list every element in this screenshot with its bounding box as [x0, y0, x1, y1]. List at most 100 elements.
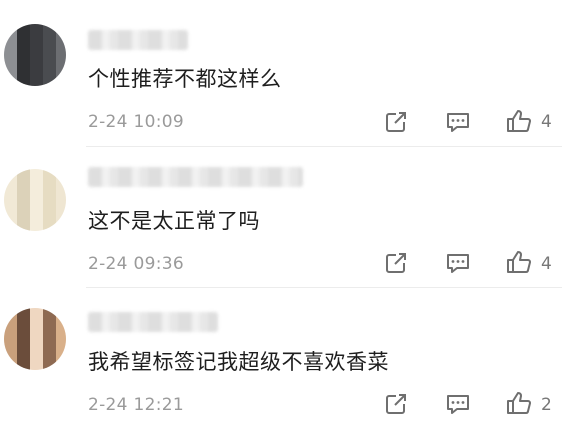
avatar-pixel [30, 37, 43, 50]
avatar-pixel [17, 334, 30, 347]
avatar-pixel [30, 63, 43, 76]
avatar-pixel [17, 182, 30, 195]
avatar-pixel [56, 221, 66, 231]
avatar-pixel [17, 195, 30, 208]
avatar-pixel [17, 24, 30, 37]
avatar[interactable] [4, 169, 66, 231]
reply-icon[interactable] [444, 108, 472, 136]
avatar-pixel [4, 182, 17, 195]
reply-icon[interactable] [444, 249, 472, 277]
avatar-pixel [17, 308, 30, 321]
avatar-pixel [56, 208, 66, 221]
avatar[interactable] [4, 308, 66, 370]
avatar-pixel [4, 50, 17, 63]
avatar-pixel [4, 360, 17, 370]
comment-item: 我希望标签记我超级不喜欢香菜 2-24 12:21 2 [0, 288, 562, 431]
avatar-pixel [4, 76, 17, 86]
avatar-pixel [43, 360, 56, 370]
comment-text: 这不是太正常了吗 [88, 209, 260, 233]
avatar-pixel [17, 63, 30, 76]
avatar-pixel [4, 347, 17, 360]
avatar-pixel [4, 169, 17, 182]
avatar-pixel [56, 50, 66, 63]
avatar-pixel [30, 50, 43, 63]
avatar-pixel [56, 334, 66, 347]
avatar-pixel [4, 334, 17, 347]
avatar-pixel [17, 50, 30, 63]
avatar-pixel [17, 208, 30, 221]
avatar-pixel [17, 360, 30, 370]
comment-time: 2-24 12:21 [88, 395, 184, 415]
avatar-pixel [43, 347, 56, 360]
avatar-pixel [43, 182, 56, 195]
comment-item: 这不是太正常了吗 2-24 09:36 4 [0, 147, 562, 288]
avatar-pixel [43, 195, 56, 208]
avatar-pixel [4, 37, 17, 50]
share-icon[interactable] [382, 249, 410, 277]
avatar-pixel [17, 321, 30, 334]
avatar-pixel [56, 37, 66, 50]
avatar-pixel [30, 182, 43, 195]
avatar-pixel [43, 308, 56, 321]
avatar-pixel [30, 334, 43, 347]
avatar-pixel [30, 321, 43, 334]
like-count: 4 [541, 112, 552, 132]
avatar-pixel [4, 221, 17, 231]
avatar-pixel [43, 50, 56, 63]
like-icon[interactable] [505, 107, 533, 135]
avatar-pixel [43, 169, 56, 182]
avatar-pixel [17, 76, 30, 86]
avatar-pixel [30, 169, 43, 182]
avatar-pixel [17, 221, 30, 231]
avatar-pixel [4, 63, 17, 76]
avatar-pixel [43, 321, 56, 334]
avatar-pixel [4, 321, 17, 334]
comment-time: 2-24 10:09 [88, 112, 184, 132]
avatar-pixel [30, 76, 43, 86]
avatar-pixel [56, 63, 66, 76]
avatar-pixel [43, 208, 56, 221]
avatar-pixel [56, 195, 66, 208]
avatar-pixel [56, 321, 66, 334]
avatar-pixel [56, 308, 66, 321]
username-blurred[interactable] [88, 30, 188, 50]
comment-item: 个性推荐不都这样么 2-24 10:09 4 [0, 0, 562, 147]
avatar-pixel [30, 195, 43, 208]
avatar-pixel [43, 334, 56, 347]
comment-text: 我希望标签记我超级不喜欢香菜 [88, 350, 389, 374]
avatar-pixel [17, 37, 30, 50]
avatar-pixel [4, 24, 17, 37]
like-count: 2 [541, 395, 552, 415]
like-count: 4 [541, 254, 552, 274]
avatar-pixel [56, 76, 66, 86]
avatar-pixel [30, 308, 43, 321]
avatar-pixel [4, 195, 17, 208]
reply-icon[interactable] [444, 390, 472, 418]
username-blurred[interactable] [88, 312, 218, 332]
avatar-pixel [43, 63, 56, 76]
avatar-pixel [43, 221, 56, 231]
avatar-pixel [43, 37, 56, 50]
avatar-pixel [4, 208, 17, 221]
avatar-pixel [56, 360, 66, 370]
share-icon[interactable] [382, 108, 410, 136]
avatar-pixel [30, 221, 43, 231]
avatar-pixel [17, 347, 30, 360]
avatar-pixel [43, 24, 56, 37]
avatar-pixel [30, 208, 43, 221]
avatar-pixel [56, 24, 66, 37]
avatar-pixel [56, 169, 66, 182]
avatar-pixel [43, 76, 56, 86]
avatar-pixel [30, 24, 43, 37]
avatar[interactable] [4, 24, 66, 86]
share-icon[interactable] [382, 390, 410, 418]
avatar-pixel [17, 169, 30, 182]
comment-text: 个性推荐不都这样么 [88, 67, 282, 91]
avatar-pixel [30, 360, 43, 370]
like-icon[interactable] [505, 389, 533, 417]
like-icon[interactable] [505, 248, 533, 276]
username-blurred[interactable] [88, 167, 303, 187]
comment-time: 2-24 09:36 [88, 254, 184, 274]
avatar-pixel [56, 347, 66, 360]
avatar-pixel [56, 182, 66, 195]
